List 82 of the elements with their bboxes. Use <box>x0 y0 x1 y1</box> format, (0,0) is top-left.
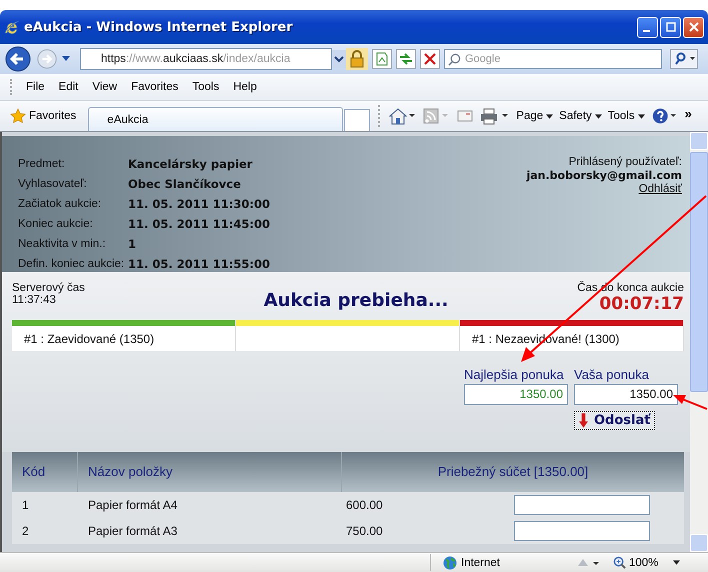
column-header: Kód <box>12 452 78 492</box>
star-icon <box>10 108 26 124</box>
caret-icon <box>638 114 645 118</box>
detail-value: 11. 05. 2011 11:55:00 <box>128 256 270 272</box>
address-field[interactable]: https://www.aukciaas.sk/index/aukcia <box>80 48 332 70</box>
stop-icon[interactable] <box>420 49 440 69</box>
detail-label: Koniec aukcie: <box>18 217 94 232</box>
close-icon <box>688 22 698 32</box>
auction-status: Aukcia prebieha... <box>264 290 448 311</box>
menu-item[interactable]: Favorites <box>125 79 184 95</box>
menu-item[interactable]: Tools <box>186 79 226 95</box>
caret-icon <box>546 114 554 118</box>
detail-label: Začiatok aukcie: <box>18 197 102 212</box>
globe-icon <box>443 556 457 570</box>
detail-value: Kancelársky papier <box>128 156 254 172</box>
close-button[interactable] <box>683 16 704 38</box>
minimize-icon <box>642 30 650 32</box>
column-header: Názov položky <box>78 452 342 492</box>
best-bid-field[interactable]: 1350.00 <box>464 384 568 405</box>
compatibility-icon[interactable] <box>372 49 392 69</box>
print-icon[interactable] <box>480 107 510 125</box>
caret-icon <box>594 114 602 118</box>
column-header: Priebežný súčet [1350.00] <box>436 463 590 481</box>
table-cell-text: 600.00 <box>345 498 384 512</box>
history-dropdown-icon[interactable] <box>62 56 70 62</box>
scrollbar[interactable] <box>690 132 708 552</box>
feed-icon[interactable] <box>422 107 450 125</box>
detail-label: Predmet: <box>18 157 66 172</box>
table-cell-text: 1 <box>21 498 30 512</box>
user-email: jan.boborsky@gmail.com <box>526 169 682 182</box>
table-cell-text: 750.00 <box>345 524 384 538</box>
detail-value: Obec Slančíkovce <box>128 176 242 192</box>
menu-item[interactable]: View <box>86 79 124 95</box>
countdown: 00:07:17 <box>599 294 684 314</box>
table-cell-text: Papier formát A4 <box>87 498 178 512</box>
window-title: eAukcia - Windows Internet Explorer <box>24 20 294 34</box>
browser-tab[interactable]: eAukcia <box>88 107 344 131</box>
favorites-button[interactable]: Favorites <box>10 108 76 124</box>
back-button[interactable] <box>4 45 32 73</box>
maximize-icon <box>666 22 676 32</box>
minimize-button[interactable] <box>637 16 658 38</box>
detail-label: Vyhlasovateľ: <box>18 177 88 192</box>
help-icon[interactable] <box>650 106 677 126</box>
more-commands-button[interactable]: » <box>684 106 692 121</box>
annotation-arrow <box>672 394 708 410</box>
detail-value: 11. 05. 2011 11:45:00 <box>128 216 270 232</box>
refresh-icon[interactable] <box>396 49 416 69</box>
menu-item[interactable]: Help <box>227 79 263 95</box>
maximize-button[interactable] <box>660 16 681 38</box>
down-arrow-icon <box>579 413 588 428</box>
caret-icon <box>673 560 680 565</box>
detail-value: 11. 05. 2011 11:30:00 <box>128 196 270 212</box>
detail-label: Defin. koniec aukcie: <box>18 257 126 272</box>
search-field[interactable]: Google <box>444 49 662 69</box>
lock-icon[interactable] <box>346 48 368 70</box>
input-field[interactable] <box>514 521 650 541</box>
tier-text: #1 : Zaevidované (1350) <box>23 331 156 346</box>
zoom-level[interactable]: 100% <box>613 556 680 569</box>
table-cell-text: 2 <box>21 524 30 538</box>
input-field[interactable] <box>514 495 650 515</box>
command-menu[interactable]: Page <box>516 110 554 122</box>
command-menu[interactable]: Safety <box>559 110 602 122</box>
table-cell-text: Papier formát A3 <box>87 524 178 538</box>
search-icon <box>448 53 461 66</box>
best-bid-label: Najlepšia ponuka <box>464 367 564 382</box>
logout-link[interactable]: Odhlásiť <box>638 183 682 195</box>
your-bid-label: Vaša ponuka <box>574 367 649 382</box>
zoom-icon <box>613 556 626 569</box>
security-zone: Internet <box>443 556 563 570</box>
menu-item[interactable]: Edit <box>52 79 84 95</box>
command-menu[interactable]: Tools <box>608 110 645 122</box>
browser-logo-icon <box>4 19 20 35</box>
server-time: 11:37:43 <box>12 294 57 306</box>
server-time-label: Serverový čas <box>12 282 85 294</box>
detail-label: Neaktivita v min.: <box>18 237 107 252</box>
send-button[interactable]: Odoslať <box>574 411 656 430</box>
detail-value: 1 <box>128 236 138 252</box>
home-icon[interactable] <box>388 107 416 125</box>
user-label: Prihlásený používateľ: <box>568 156 682 168</box>
your-bid-field[interactable]: 1350.00 <box>574 384 678 405</box>
menu-item[interactable]: File <box>20 79 51 95</box>
search-button[interactable] <box>670 49 698 69</box>
